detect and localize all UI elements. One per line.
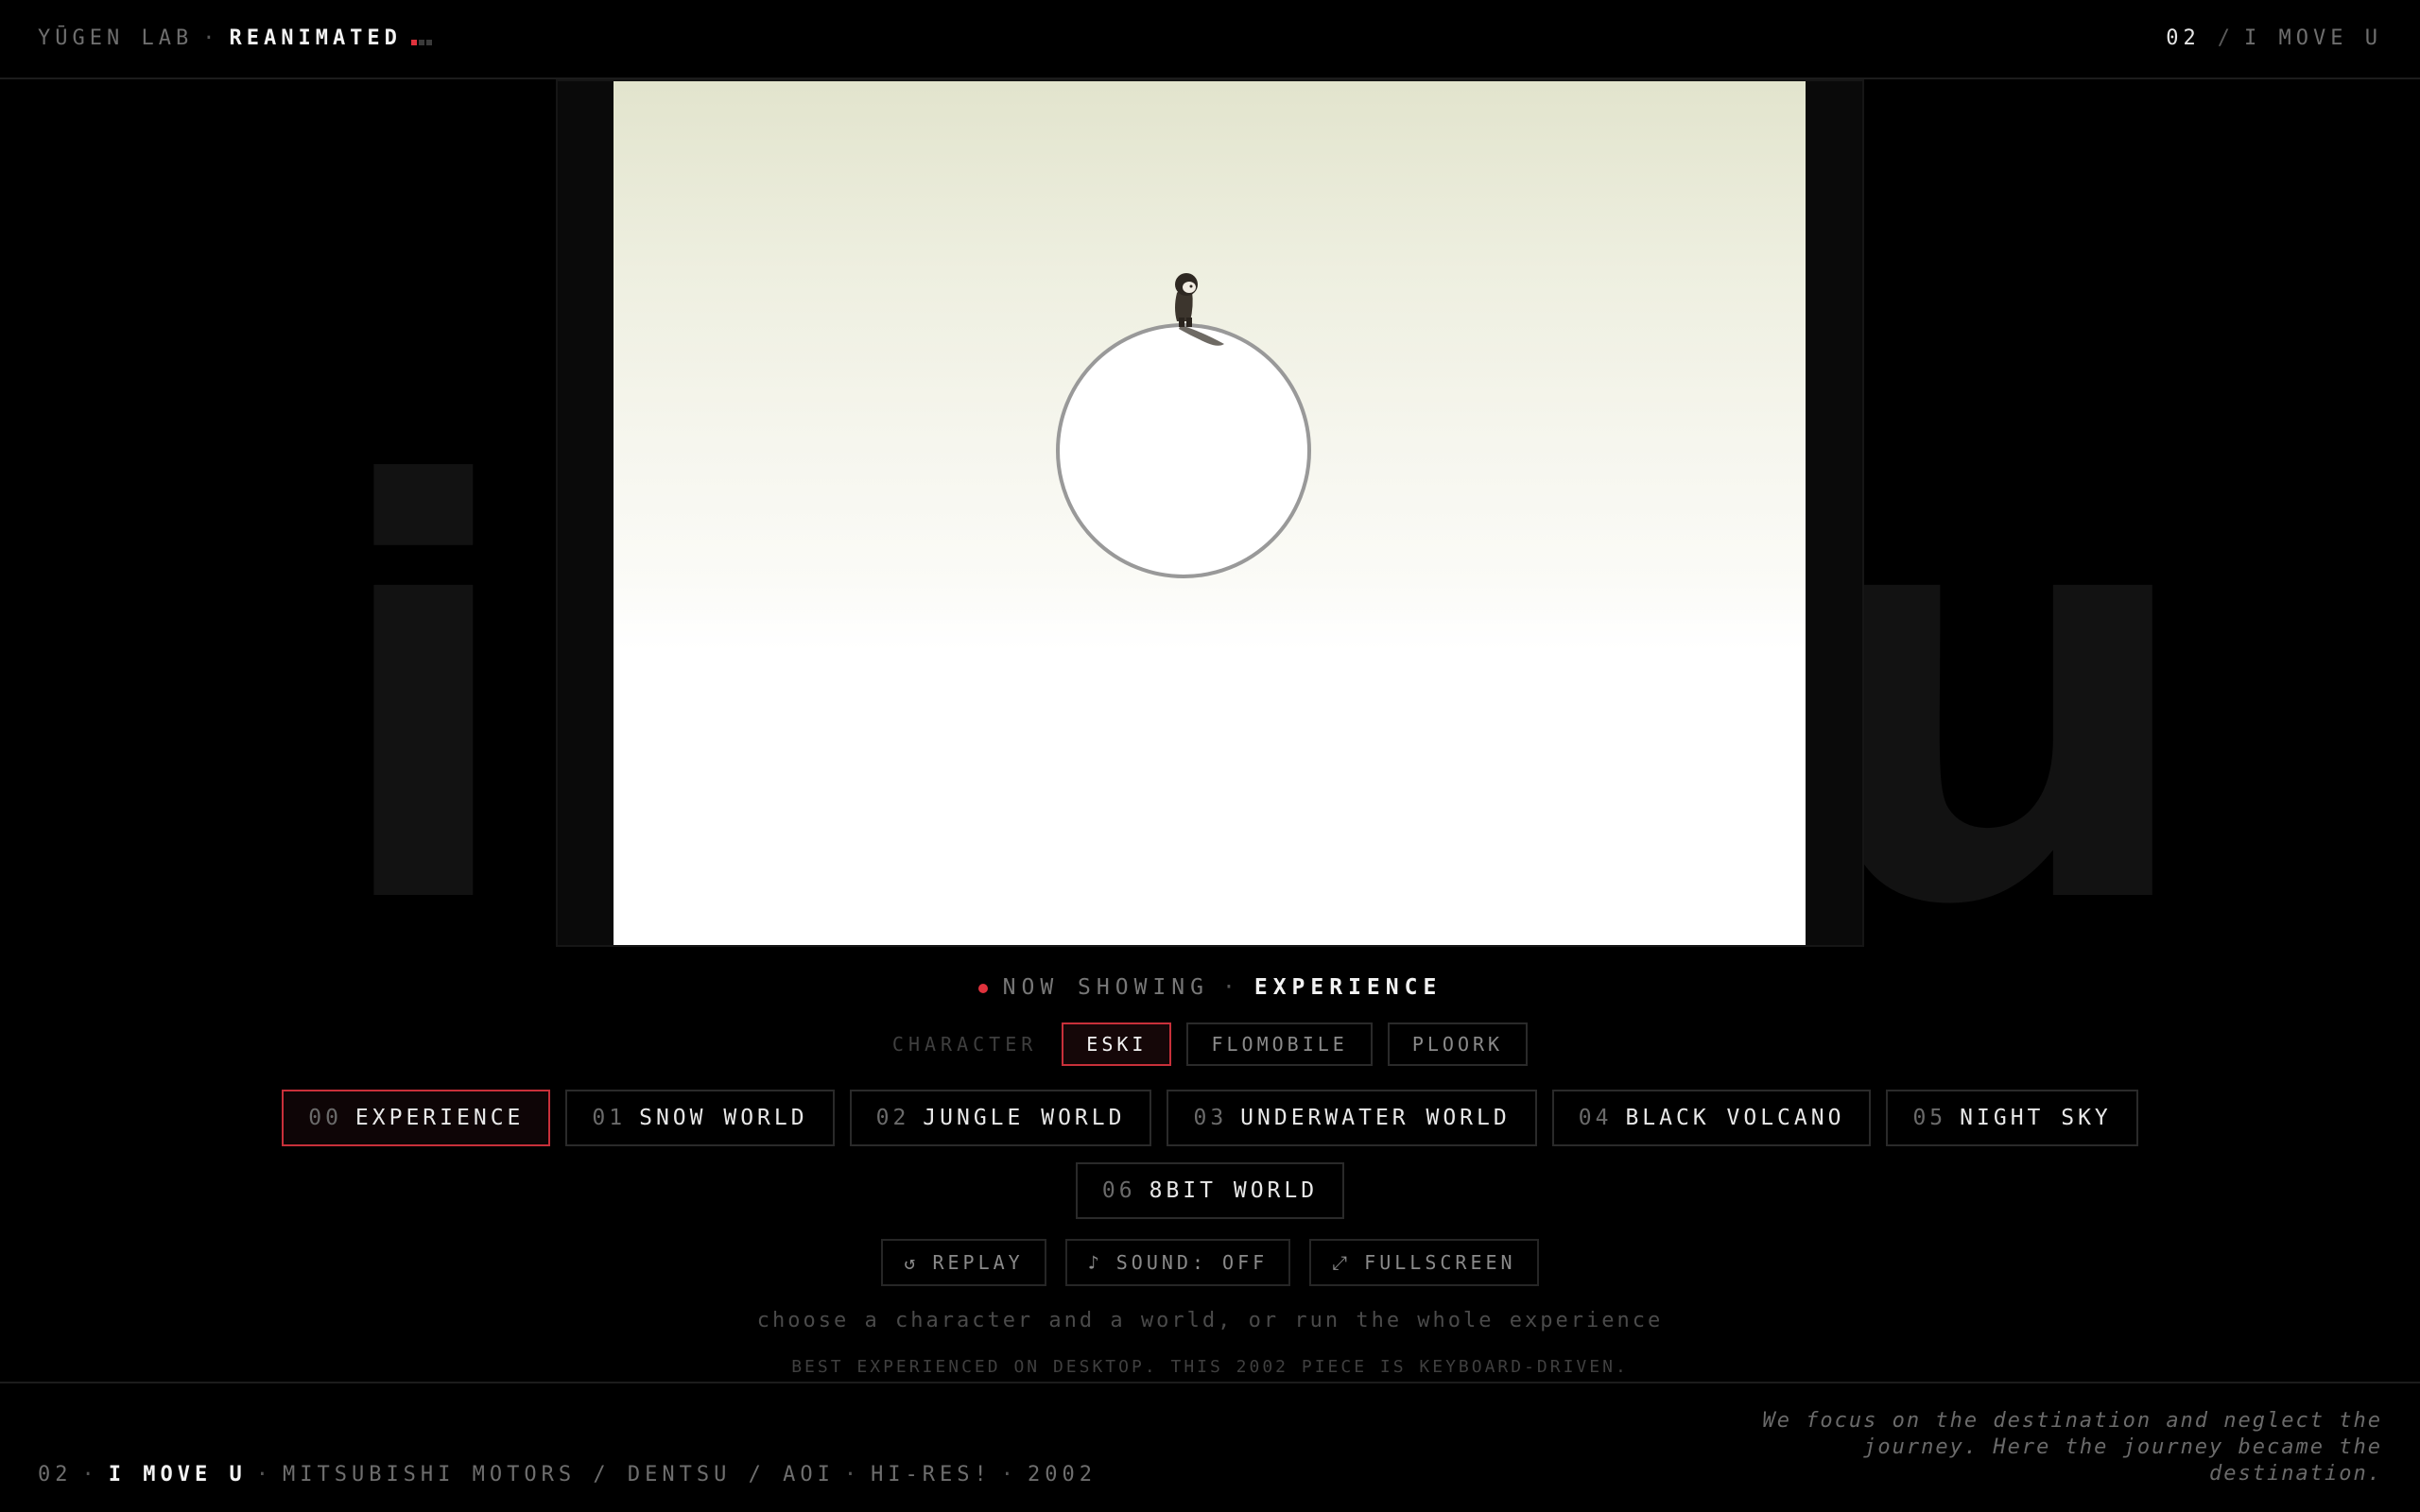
animation-canvas[interactable] [614, 81, 1806, 945]
now-showing: NOW SHOWING · EXPERIENCE [0, 975, 2420, 1000]
footer-award: HI-RES! [871, 1463, 992, 1486]
instruction-hint: choose a character and a world, or run t… [756, 1309, 1664, 1332]
character-eski-button[interactable]: ESKI [1062, 1022, 1172, 1066]
world-button-underwater-world[interactable]: 03 UNDERWATER WORLD [1167, 1090, 1537, 1146]
desktop-note: BEST EXPERIENCED ON DESKTOP. THIS 2002 P… [791, 1357, 1629, 1377]
now-showing-label: NOW SHOWING [1002, 975, 1209, 1000]
footer-year: 2002 [1028, 1463, 1098, 1486]
world-label: SNOW WORLD [639, 1106, 808, 1130]
footer-separator: · [255, 1463, 273, 1486]
world-number: 01 [592, 1106, 627, 1130]
world-label: 8BIT WORLD [1149, 1178, 1319, 1203]
replay-icon: ↺ [904, 1251, 920, 1274]
replay-label: REPLAY [932, 1251, 1024, 1274]
world-number: 02 [875, 1106, 910, 1130]
live-dot-icon [977, 983, 988, 993]
top-bar: YŪGEN LAB · REANIMATED 02 / I MOVE U [0, 0, 2420, 79]
world-label: JUNGLE WORLD [923, 1106, 1126, 1130]
world-button-snow-world[interactable]: 01 SNOW WORLD [565, 1090, 835, 1146]
character-flomobile-button[interactable]: FLOMOBILE [1186, 1022, 1373, 1066]
fullscreen-label: FULLSCREEN [1364, 1251, 1516, 1274]
now-showing-separator: · [1221, 975, 1241, 1000]
planet-scene [1056, 273, 1311, 578]
music-note-icon: ♪ [1087, 1251, 1103, 1274]
world-label: EXPERIENCE [354, 1106, 525, 1130]
character-selector: CHARACTER ESKI FLOMOBILE PLOORK [0, 1022, 2420, 1066]
page-indicator: 02 / I MOVE U [2166, 26, 2382, 50]
sound-label: SOUND: OFF [1115, 1251, 1269, 1274]
world-number: 06 [1101, 1178, 1136, 1203]
brand-title: REANIMATED [229, 26, 402, 50]
world-label: UNDERWATER WORLD [1240, 1106, 1511, 1130]
world-button-experience[interactable]: 00 EXPERIENCE [282, 1090, 551, 1146]
brand-separator: · [202, 26, 220, 50]
brand-marks-icon [410, 27, 434, 51]
fullscreen-button[interactable]: ⤢ FULLSCREEN [1309, 1239, 1539, 1286]
brand-lab-name: YŪGEN LAB [38, 26, 194, 50]
character-ploork-button[interactable]: PLOORK [1387, 1022, 1529, 1066]
brand[interactable]: YŪGEN LAB · REANIMATED [38, 26, 434, 51]
footer-separator: · [843, 1463, 862, 1486]
page-number: 02 [2166, 26, 2201, 50]
world-number: 03 [1193, 1106, 1228, 1130]
world-number: 00 [308, 1106, 342, 1130]
footer-quote: We focus on the destination and neglect … [1762, 1409, 2382, 1486]
footer-separator: · [81, 1463, 99, 1486]
footer-title: I MOVE U [108, 1463, 247, 1486]
planet-circle [1056, 323, 1311, 578]
page-separator: / [2217, 26, 2236, 50]
footer-credits: 02 · I MOVE U · MITSUBISHI MOTORS / DENTSU /… [38, 1463, 1097, 1486]
footer-number: 02 [38, 1463, 73, 1486]
world-number: 05 [1912, 1106, 1947, 1130]
world-button-black-volcano[interactable]: 04 BLACK VOLCANO [1551, 1090, 1872, 1146]
world-button-night-sky[interactable]: 05 NIGHT SKY [1886, 1090, 2138, 1146]
world-button-8bit-world[interactable]: 06 8BIT WORLD [1075, 1162, 1345, 1219]
playback-controls: ↺ REPLAY ♪ SOUND: OFF ⤢ FULLSCREEN [0, 1239, 2420, 1286]
footer-separator: · [1000, 1463, 1019, 1486]
page-title: I MOVE U [2244, 26, 2382, 50]
character-label: CHARACTER [891, 1033, 1038, 1056]
sound-toggle-button[interactable]: ♪ SOUND: OFF [1064, 1239, 1291, 1286]
world-selector-row-1: 00 EXPERIENCE 01 SNOW WORLD 02 JUNGLE WORLD… [0, 1090, 2420, 1146]
world-number: 04 [1578, 1106, 1613, 1130]
footer: 02 · I MOVE U · MITSUBISHI MOTORS / DENTSU /… [0, 1382, 2420, 1512]
background-letter-left: i [326, 369, 521, 1029]
expand-icon: ⤢ [1332, 1251, 1352, 1274]
footer-agencies: MITSUBISHI MOTORS / DENTSU / AOI [282, 1463, 835, 1486]
replay-button[interactable]: ↺ REPLAY [881, 1239, 1046, 1286]
world-label: NIGHT SKY [1960, 1106, 2112, 1130]
world-selector-row-2: 06 8BIT WORLD [0, 1162, 2420, 1219]
world-button-jungle-world[interactable]: 02 JUNGLE WORLD [849, 1090, 1152, 1146]
now-showing-value: EXPERIENCE [1253, 975, 1443, 1000]
world-label: BLACK VOLCANO [1625, 1106, 1845, 1130]
